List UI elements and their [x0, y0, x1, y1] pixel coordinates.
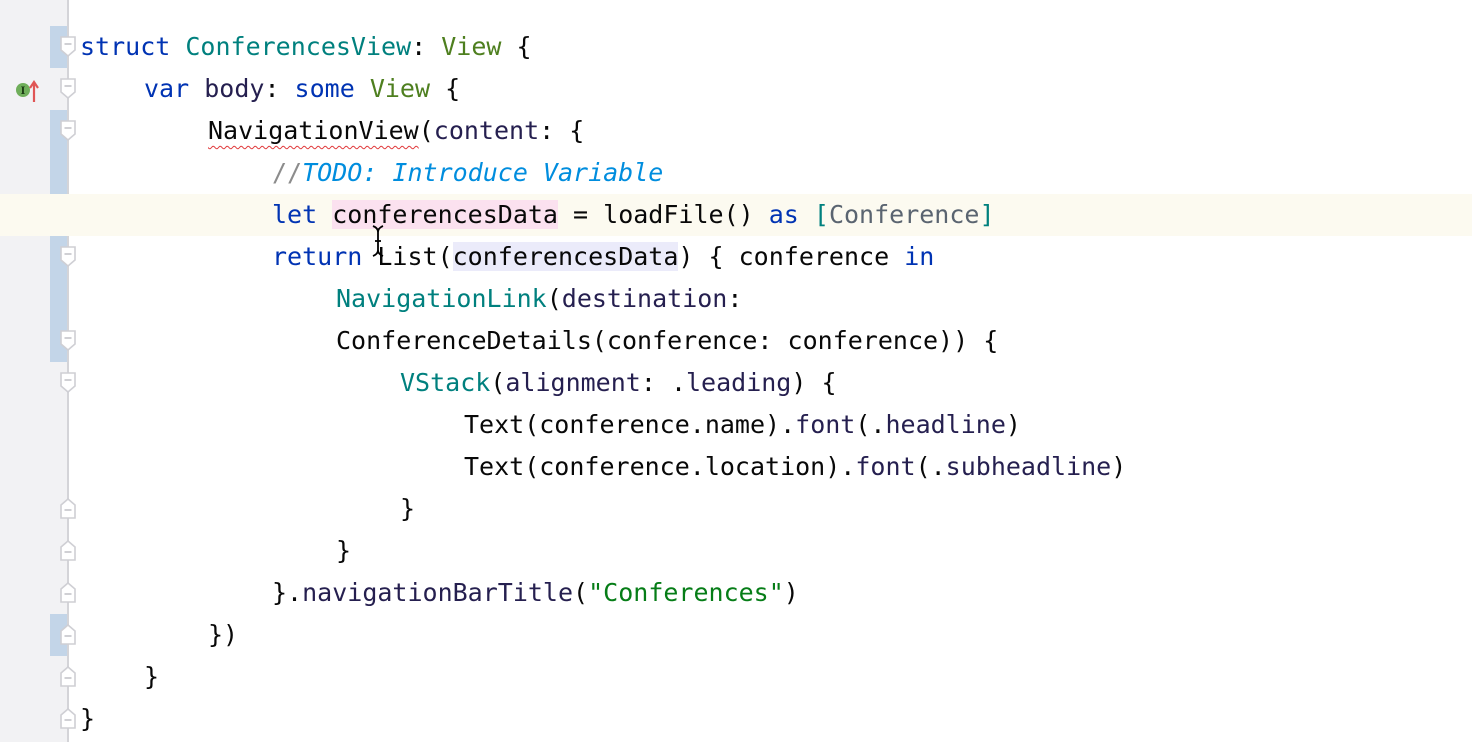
- text-cursor-icon: [370, 224, 386, 258]
- code-token: loadFile(): [603, 200, 769, 229]
- code-token: View: [369, 74, 431, 103]
- code-line[interactable]: }: [69, 488, 1472, 530]
- code-token: }: [336, 536, 352, 565]
- code-token: destination: [561, 284, 728, 313]
- code-token: Conference: [828, 200, 980, 229]
- code-token: VStack: [400, 368, 491, 397]
- code-line[interactable]: Text(conference.name).font(.headline): [69, 404, 1472, 446]
- code-token: leading: [686, 368, 792, 397]
- code-token: "Conferences": [588, 578, 784, 607]
- code-token: font: [855, 452, 916, 481]
- code-token: (: [490, 368, 506, 397]
- code-token: NavigationLink: [336, 284, 547, 313]
- code-line-text: NavigationLink(destination:: [336, 278, 742, 320]
- code-line[interactable]: NavigationLink(destination:: [69, 278, 1472, 320]
- code-line-text: Text(conference.name).font(.headline): [464, 404, 1021, 446]
- code-token: (: [418, 116, 434, 145]
- code-token: navigationBarTitle: [302, 578, 574, 607]
- code-token: ) { conference: [678, 242, 905, 271]
- code-token: let: [272, 200, 333, 229]
- code-token: }: [400, 494, 416, 523]
- code-token: ): [1005, 410, 1021, 439]
- code-line-text: }): [208, 614, 238, 656]
- code-token: ConferenceDetails(conference: conference…: [336, 326, 999, 355]
- code-token: TODO: Introduce Variable: [302, 158, 664, 187]
- code-token: as: [768, 200, 814, 229]
- code-line-text: }: [400, 488, 415, 530]
- code-token: (: [546, 284, 562, 313]
- code-editor[interactable]: struct ConferencesView: View {var body: …: [0, 0, 1472, 742]
- code-token: content: [433, 116, 540, 145]
- code-line[interactable]: }): [69, 614, 1472, 656]
- code-token: {: [430, 74, 461, 103]
- code-token: (: [573, 578, 589, 607]
- code-token: (.: [855, 410, 886, 439]
- code-token: headline: [885, 410, 1006, 439]
- vcs-change-bar[interactable]: [50, 110, 68, 362]
- code-token: ): [1111, 452, 1127, 481]
- code-token: conferencesData: [452, 242, 679, 271]
- code-line[interactable]: return List(conferencesData) { conferenc…: [69, 236, 1472, 278]
- svg-text:I: I: [21, 86, 26, 97]
- implements-overrides-icon[interactable]: I: [14, 80, 44, 104]
- code-token: }): [208, 620, 239, 649]
- code-line[interactable]: struct ConferencesView: View {: [69, 26, 1472, 68]
- code-line-text: NavigationView(content: {: [208, 110, 584, 152]
- code-token: =: [558, 200, 604, 229]
- code-token: : {: [539, 116, 585, 145]
- code-token: Text(conference.location).: [464, 452, 856, 481]
- code-token: {: [501, 32, 532, 61]
- code-token: struct: [80, 32, 186, 61]
- code-token: List(: [377, 242, 453, 271]
- code-line[interactable]: NavigationView(content: {: [69, 110, 1472, 152]
- code-line[interactable]: //TODO: Introduce Variable: [69, 152, 1472, 194]
- code-token: }.: [272, 578, 303, 607]
- code-token: in: [904, 242, 935, 271]
- code-token: font: [795, 410, 856, 439]
- code-token: var: [144, 74, 205, 103]
- code-token: ConferencesView: [185, 32, 412, 61]
- code-line[interactable]: }: [69, 656, 1472, 698]
- code-token: ) {: [791, 368, 837, 397]
- code-token: some: [294, 74, 370, 103]
- code-line[interactable]: VStack(alignment: .leading) {: [69, 362, 1472, 404]
- code-line-text: struct ConferencesView: View {: [80, 26, 532, 68]
- code-token: return: [272, 242, 378, 271]
- code-token: Text(conference.name).: [464, 410, 796, 439]
- code-token: }: [80, 704, 96, 733]
- code-token: :: [727, 284, 743, 313]
- code-line[interactable]: var body: some View {: [69, 68, 1472, 110]
- code-token: NavigationView: [208, 116, 419, 145]
- code-line[interactable]: Text(conference.location).font(.subheadl…: [69, 446, 1472, 488]
- code-line-text: }: [144, 656, 159, 698]
- code-token: :: [264, 74, 295, 103]
- code-token: subheadline: [945, 452, 1112, 481]
- code-token: ]: [979, 200, 995, 229]
- code-token: [: [813, 200, 829, 229]
- code-token: conferencesData: [332, 200, 558, 229]
- code-token: //: [272, 158, 303, 187]
- code-line-text: Text(conference.location).font(.subheadl…: [464, 446, 1126, 488]
- code-line[interactable]: ConferenceDetails(conference: conference…: [69, 320, 1472, 362]
- code-line-text: }: [80, 698, 95, 740]
- code-line[interactable]: }: [69, 698, 1472, 740]
- code-token: (.: [915, 452, 946, 481]
- code-line-text: VStack(alignment: .leading) {: [400, 362, 837, 404]
- code-token: }: [144, 662, 160, 691]
- code-token: View: [441, 32, 502, 61]
- code-line-text: //TODO: Introduce Variable: [272, 152, 663, 194]
- code-line-text: ConferenceDetails(conference: conference…: [336, 320, 998, 362]
- code-line[interactable]: }.navigationBarTitle("Conferences"): [69, 572, 1472, 614]
- code-token: :: [411, 32, 442, 61]
- code-token: ): [783, 578, 799, 607]
- code-line-text: }: [336, 530, 351, 572]
- code-line[interactable]: let conferencesData = loadFile() as [Con…: [0, 194, 1472, 236]
- code-line[interactable]: }: [69, 530, 1472, 572]
- code-token: alignment: [505, 368, 641, 397]
- code-line-text: }.navigationBarTitle("Conferences"): [272, 572, 799, 614]
- code-token: body: [204, 74, 265, 103]
- code-token: : .: [640, 368, 686, 397]
- code-line-text: var body: some View {: [144, 68, 460, 110]
